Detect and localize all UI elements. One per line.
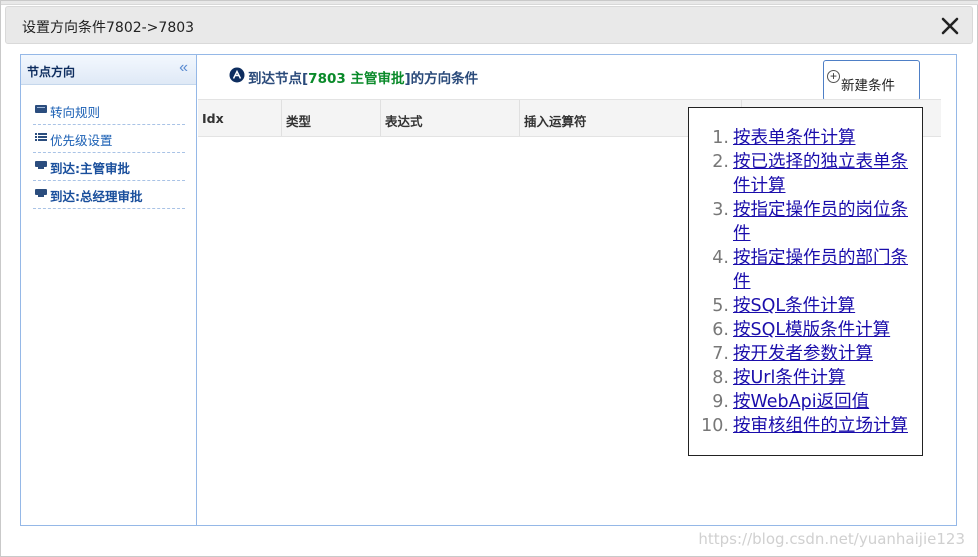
list-item: 10. 按审核组件的立场计算 [701, 416, 908, 436]
close-icon[interactable] [936, 12, 964, 40]
list-item: 9. 按WebApi返回值 [712, 392, 870, 412]
condition-option[interactable]: 按SQL条件计算 [733, 296, 855, 316]
panel-header: 节点方向 « [21, 55, 196, 85]
condition-option[interactable]: 按指定操作员的部门条件 [733, 248, 908, 292]
col-expression[interactable]: 表达式 [381, 100, 520, 136]
new-condition-label: 新建条件 [841, 78, 895, 94]
nav-item-label: 到达:主管审批 [50, 161, 130, 176]
direction-icon [229, 67, 245, 83]
nav-item-turn-rules[interactable]: 转向规则 [33, 97, 185, 125]
page-title: 到达节点[7803 主管审批]的方向条件 [248, 67, 478, 87]
condition-option[interactable]: 按WebApi返回值 [733, 392, 869, 412]
condition-option[interactable]: 按表单条件计算 [733, 128, 856, 148]
condition-option[interactable]: 按Url条件计算 [733, 368, 845, 388]
condition-option[interactable]: 按审核组件的立场计算 [733, 416, 908, 436]
col-type[interactable]: 类型 [282, 100, 381, 136]
nav-list: 转向规则 优先级设置 到达:主管审批 到达:总经理审批 [33, 97, 185, 209]
top-strip [1, 1, 978, 5]
dialog-titlebar: 设置方向条件7802->7803 [5, 6, 973, 44]
nav-item-label: 转向规则 [50, 105, 101, 120]
list-item: 3. 按指定操作员的岗位条件 [712, 200, 908, 244]
nav-item-priority[interactable]: 优先级设置 [33, 125, 185, 153]
nav-item-label: 优先级设置 [50, 133, 113, 148]
node-icon [35, 189, 47, 197]
dialog-title: 设置方向条件7802->7803 [22, 20, 195, 36]
title-node: 7803 主管审批 [308, 71, 405, 87]
nav-item-label: 到达:总经理审批 [50, 189, 143, 204]
condition-option[interactable]: 按SQL模版条件计算 [733, 320, 890, 340]
title-prefix: 到达节点[ [248, 71, 309, 87]
col-idx[interactable]: Idx [198, 100, 282, 136]
condition-option[interactable]: 按开发者参数计算 [733, 344, 873, 364]
node-icon [35, 161, 47, 169]
list-item: 7. 按开发者参数计算 [712, 344, 873, 364]
collapse-icon[interactable]: « [179, 59, 188, 77]
list-item: 2. 按已选择的独立表单条件计算 [712, 152, 908, 196]
list-icon [35, 133, 47, 141]
nav-item-to-gm[interactable]: 到达:总经理审批 [33, 181, 185, 209]
watermark: https://blog.csdn.net/yuanhaijie123 [698, 530, 965, 548]
add-icon: + [827, 70, 840, 83]
nav-item-to-manager[interactable]: 到达:主管审批 [33, 153, 185, 181]
condition-option[interactable]: 按已选择的独立表单条件计算 [733, 152, 908, 196]
list-item: 5. 按SQL条件计算 [712, 296, 856, 316]
direction-condition-dialog: 设置方向条件7802->7803 节点方向 « 转向规则 优先级设置 到达:主管… [0, 0, 978, 557]
new-condition-dropdown: 1. 按表单条件计算 2. 按已选择的独立表单条件计算 3. 按指定操作员的岗位条件 … [688, 107, 923, 456]
list-item: 8. 按Url条件计算 [712, 368, 846, 388]
list-item: 4. 按指定操作员的部门条件 [712, 248, 908, 292]
list-item: 1. 按表单条件计算 [712, 128, 856, 148]
rule-icon [35, 105, 47, 113]
node-direction-panel: 节点方向 « 转向规则 优先级设置 到达:主管审批 到达:总经理审批 [21, 55, 197, 525]
condition-option[interactable]: 按指定操作员的岗位条件 [733, 200, 908, 244]
list-item: 6. 按SQL模版条件计算 [712, 320, 891, 340]
new-condition-button[interactable]: + 新建条件 [823, 60, 920, 101]
condition-type-list: 1. 按表单条件计算 2. 按已选择的独立表单条件计算 3. 按指定操作员的岗位条件 … [689, 126, 922, 438]
panel-title: 节点方向 [27, 65, 76, 79]
title-suffix: ]的方向条件 [404, 71, 479, 87]
